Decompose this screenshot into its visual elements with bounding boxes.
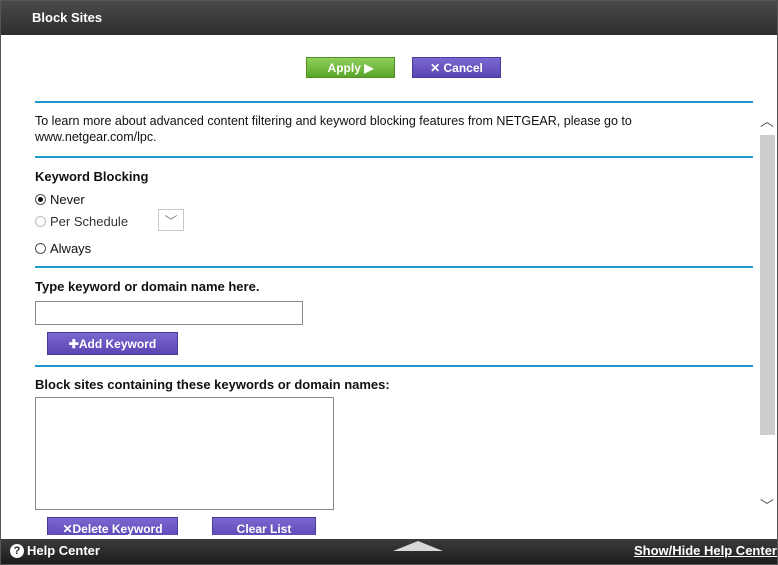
cancel-button[interactable]: ✕ Cancel	[412, 57, 501, 78]
toolbar: Apply ▶ ✕ Cancel	[1, 35, 777, 95]
radio-label: Never	[50, 192, 85, 207]
divider	[35, 101, 753, 103]
radio-button[interactable]	[35, 216, 46, 227]
delete-keyword-button[interactable]: ✕ Delete Keyword	[47, 517, 178, 535]
schedule-select[interactable]: ﹀	[158, 209, 184, 231]
radio-always[interactable]: Always	[35, 241, 91, 256]
vertical-scrollbar[interactable]: ︿ ﹀	[757, 107, 777, 535]
add-keyword-button[interactable]: ✚ Add Keyword	[47, 332, 178, 355]
radio-button[interactable]	[35, 194, 46, 205]
radio-label: Always	[50, 241, 92, 256]
delete-keyword-label: Delete Keyword	[72, 521, 163, 536]
radio-never[interactable]: Never	[35, 192, 85, 207]
plus-icon: ✚	[68, 336, 79, 351]
divider	[35, 266, 753, 268]
help-bar: ? Help Center Show/Hide Help Center	[1, 539, 777, 564]
help-center-label: Help Center	[27, 543, 100, 558]
page-title: Block Sites	[32, 10, 103, 25]
divider	[35, 365, 753, 367]
keyword-blocking-title: Keyword Blocking	[35, 169, 149, 184]
title-bar: Block Sites	[1, 1, 777, 35]
show-hide-help-link[interactable]: Show/Hide Help Center	[634, 543, 777, 558]
help-center-link[interactable]: ? Help Center	[10, 543, 100, 558]
radio-button[interactable]	[35, 243, 46, 254]
x-icon: ✕	[62, 521, 73, 536]
question-icon: ?	[10, 543, 24, 558]
apply-button[interactable]: Apply ▶	[306, 57, 395, 78]
block-list-title: Block sites containing these keywords or…	[35, 377, 390, 392]
chevron-up-icon[interactable]: ︿	[757, 109, 777, 133]
blocked-keywords-list[interactable]	[35, 397, 334, 510]
clear-list-label: Clear List	[236, 521, 292, 536]
chevron-down-icon: ﹀	[164, 213, 178, 229]
divider	[35, 156, 753, 158]
apply-label: Apply	[327, 61, 361, 75]
radio-label: Per Schedule	[50, 214, 129, 229]
block-sites-window: Block Sites Apply ▶ ✕ Cancel To learn mo…	[0, 0, 778, 565]
clear-list-button[interactable]: Clear List	[212, 517, 316, 535]
x-icon: ✕	[430, 61, 441, 75]
main-content: To learn more about advanced content fil…	[35, 95, 753, 535]
add-keyword-label: Add Keyword	[78, 336, 157, 351]
keyword-entry-title: Type keyword or domain name here.	[35, 279, 260, 294]
scroll-thumb[interactable]	[760, 135, 775, 435]
cancel-label: Cancel	[443, 61, 483, 75]
chevron-down-icon[interactable]: ﹀	[757, 494, 777, 518]
info-text: To learn more about advanced content fil…	[35, 114, 632, 144]
radio-per-schedule[interactable]: Per Schedule	[35, 214, 128, 229]
play-icon: ▶	[364, 61, 374, 75]
keyword-input[interactable]	[35, 301, 303, 325]
help-toggle-arrow-icon[interactable]	[393, 541, 443, 551]
